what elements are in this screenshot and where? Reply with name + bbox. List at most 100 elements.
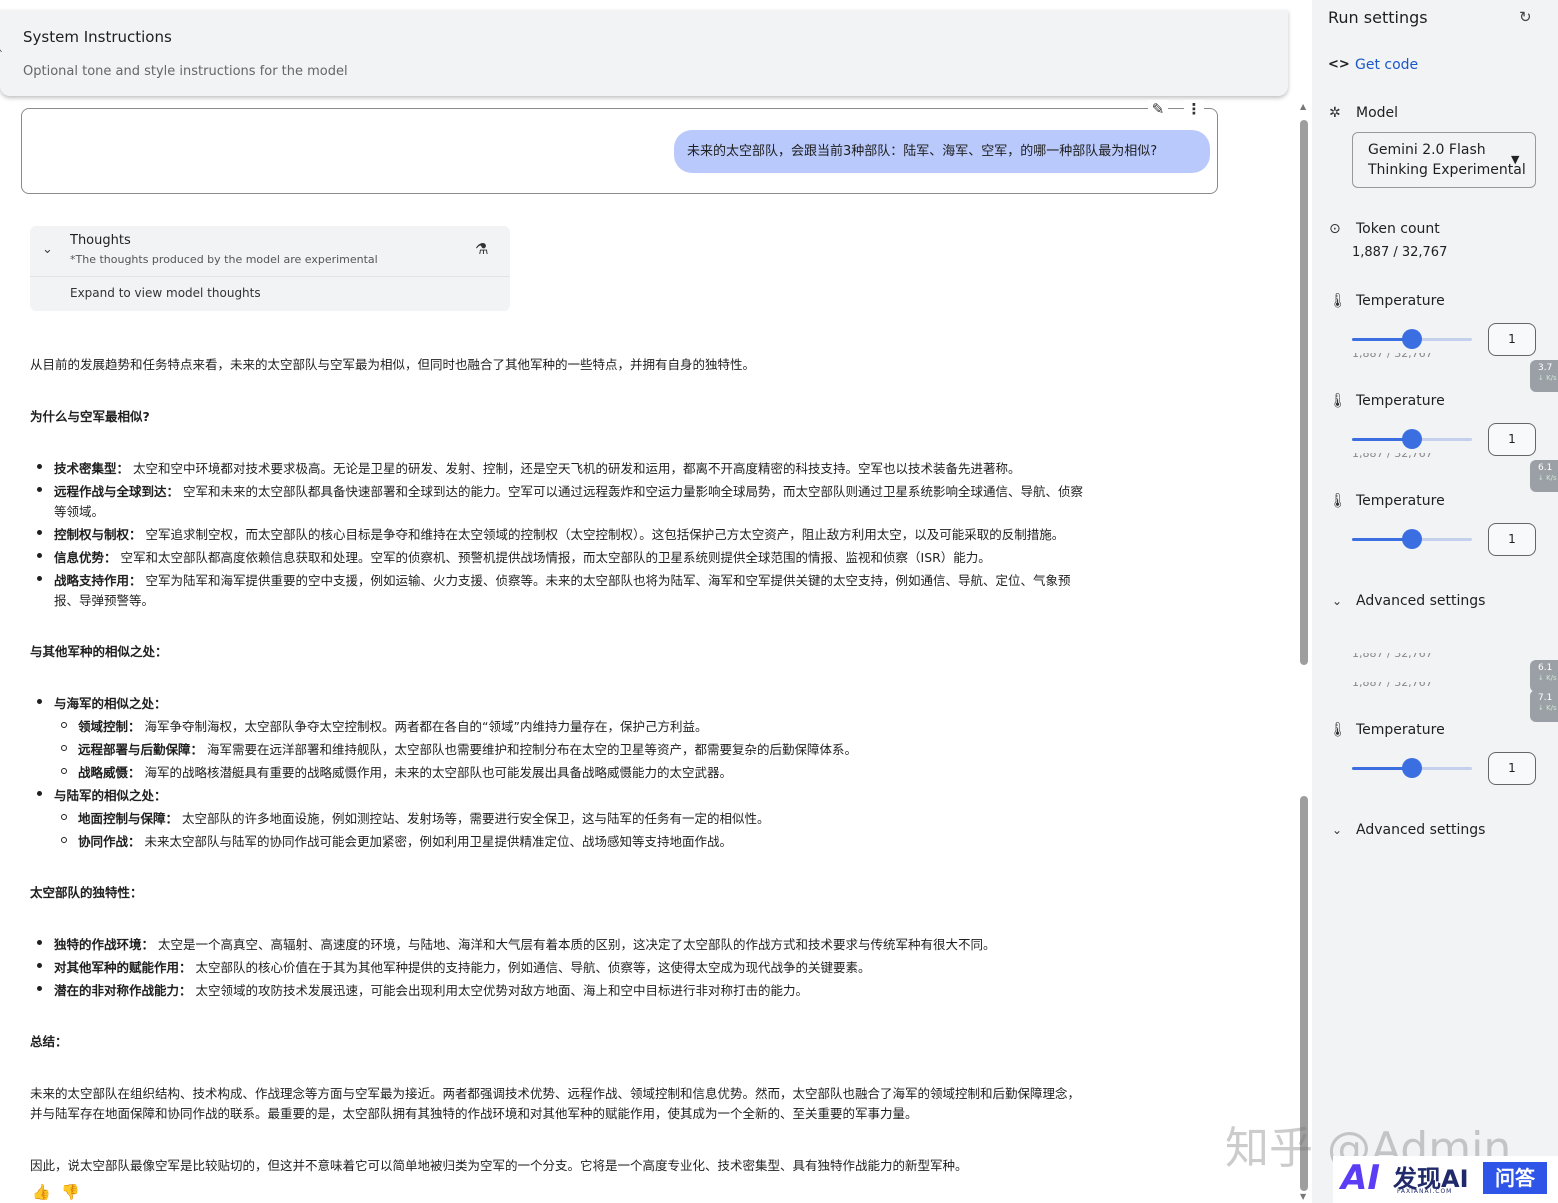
list-item: 信息优势： 空军和太空部队都高度依赖信息获取和处理。空军的侦察机、预警机提供战场… — [54, 550, 991, 565]
section-heading: 与其他军种的相似之处： — [30, 644, 168, 659]
temperature-input[interactable]: 1 — [1488, 752, 1536, 785]
sub-bullet-icon — [61, 814, 67, 820]
network-speed-widget: 7.1 ↓ K/s — [1530, 690, 1558, 722]
temperature-label: Temperature — [1356, 493, 1445, 509]
model-select[interactable]: Gemini 2.0 Flash Thinking Experimental ▼ — [1352, 132, 1536, 188]
sub-bullet-icon — [61, 745, 67, 751]
sub-list-item: 远程部署与后勤保障： 海军需要在远洋部署和维持舰队，太空部队也需要维护和控制分布… — [78, 742, 858, 757]
network-speed-widget: 6.1 ↓ K/s — [1530, 460, 1558, 492]
dropdown-arrow-icon: ▼ — [1511, 153, 1520, 166]
token-count-label: Token count — [1356, 221, 1440, 237]
logo-subtext: FAXIANAI.COM — [1397, 1188, 1453, 1195]
bullet-icon — [37, 791, 42, 796]
thumb-down-icon[interactable]: 👎 — [61, 1183, 80, 1201]
thumb-up-icon[interactable]: 👍 — [32, 1183, 51, 1201]
watermark-logo: AI 发现AI FAXIANAI.COM 问答 — [1333, 1156, 1558, 1203]
system-instructions-title: System Instructions — [23, 28, 172, 46]
system-instructions-panel[interactable]: ‸ System Instructions Optional tone and … — [0, 10, 1288, 96]
summary-text: 并与陆军存在地面保障和协同作战的联系。最重要的是，太空部队拥有其独特的作战环境和… — [30, 1106, 918, 1121]
thermometer-icon: 🌡 — [1329, 493, 1347, 509]
temperature-slider[interactable] — [1352, 758, 1472, 778]
sub-list-item: 协同作战： 未来太空部队与陆军的协同作战可能会更加紧密，例如利用卫星提供精准定位… — [78, 834, 733, 849]
slider-thumb[interactable] — [1402, 758, 1422, 778]
chevron-down-icon[interactable]: ⌄ — [1332, 823, 1342, 837]
ghost-token-text: 1,887 / 32,767 — [1352, 682, 1442, 688]
thermometer-icon: 🌡 — [1329, 722, 1347, 738]
list-item: 潜在的非对称作战能力： 太空领域的攻防技术发展迅速，可能会出现利用太空优势对敌方… — [54, 983, 809, 998]
temperature-slider[interactable] — [1352, 329, 1472, 349]
scroll-down-icon[interactable]: ▼ — [1300, 1192, 1306, 1201]
sub-list-item: 战略威慑： 海军的战略核潜艇具有重要的战略威慑作用，未来的太空部队也可能发展出具… — [78, 765, 733, 780]
temperature-slider[interactable] — [1352, 429, 1472, 449]
section-heading: 太空部队的独特性： — [30, 885, 143, 900]
advanced-settings-toggle[interactable]: Advanced settings — [1356, 822, 1485, 838]
thoughts-panel[interactable]: ⌄ Thoughts *The thoughts produced by the… — [30, 226, 510, 311]
list-item: 远程作战与全球到达： 空军和未来的太空部队都具备快速部署和全球到达的能力。空军可… — [54, 484, 1084, 499]
bullet-icon — [37, 487, 42, 492]
sub-list-item: 地面控制与保障： 太空部队的许多地面设施，例如测控站、发射场等，需要进行安全保卫… — [78, 811, 770, 826]
list-item: 控制权与制权： 空军追求制空权，而太空部队的核心目标是争夺和维持在太空领域的控制… — [54, 527, 1065, 542]
temperature-label: Temperature — [1356, 293, 1445, 309]
scrollbar-thumb[interactable] — [1300, 120, 1308, 665]
temperature-input[interactable]: 1 — [1488, 423, 1536, 456]
expand-thoughts-link[interactable]: Expand to view model thoughts — [70, 286, 261, 300]
model-label: Model — [1356, 105, 1399, 121]
token-icon: ⊙ — [1329, 221, 1341, 237]
bullet-icon — [37, 530, 42, 535]
sub-list-item: 领域控制： 海军争夺制海权，太空部队争夺太空控制权。两者都在各自的“领域”内维持… — [78, 719, 708, 734]
bullet-icon — [37, 986, 42, 991]
code-icon[interactable]: <> — [1328, 57, 1350, 72]
ghost-token-text: 1,887 / 32,767 — [1352, 453, 1442, 459]
bullet-icon — [37, 699, 42, 704]
main-scrollbar[interactable] — [1300, 112, 1308, 1197]
ghost-token-text: 1,887 / 32,767 — [1352, 353, 1442, 359]
sub-bullet-icon — [61, 722, 67, 728]
run-settings-title: Run settings — [1328, 8, 1428, 27]
temperature-input[interactable]: 1 — [1488, 323, 1536, 356]
bullet-icon — [37, 940, 42, 945]
list-item: 战略支持作用： 空军为陆军和海军提供重要的空中支援，例如运输、火力支援、侦察等。… — [54, 573, 1071, 588]
logo-badge: 问答 — [1483, 1162, 1547, 1194]
network-speed-widget: 6.1 ↓ K/s — [1530, 660, 1558, 692]
slider-thumb[interactable] — [1402, 429, 1422, 449]
temperature-slider[interactable] — [1352, 529, 1472, 549]
sub-bullet-icon — [61, 837, 67, 843]
section-heading: 总结： — [30, 1034, 68, 1049]
chevron-up-icon[interactable]: ‸ — [0, 38, 2, 52]
slider-thumb[interactable] — [1402, 529, 1422, 549]
thoughts-subtitle: *The thoughts produced by the model are … — [70, 253, 378, 266]
edit-icon[interactable]: ✎ — [1148, 100, 1168, 120]
model-select-value: Gemini 2.0 Flash — [1368, 142, 1486, 158]
token-count-value: 1,887 / 32,767 — [1352, 245, 1448, 260]
bullet-icon — [37, 464, 42, 469]
temperature-label: Temperature — [1356, 722, 1445, 738]
logo-ai-mark: AI — [1341, 1158, 1380, 1198]
temperature-label: Temperature — [1356, 393, 1445, 409]
chevron-down-icon[interactable]: ⌄ — [42, 242, 53, 257]
thermometer-icon: 🌡 — [1329, 293, 1347, 309]
list-item-continuation: 报、导弹预警等。 — [54, 593, 155, 608]
model-select-value: Thinking Experimental — [1368, 162, 1526, 178]
section-heading: 为什么与空军最相似? — [30, 409, 150, 424]
list-item: 技术密集型： 太空和空中环境都对技术要求极高。无论是卫星的研发、发射、控制，还是… — [54, 461, 1021, 476]
temperature-input[interactable]: 1 — [1488, 523, 1536, 556]
advanced-settings-toggle[interactable]: Advanced settings — [1356, 593, 1485, 609]
list-item-continuation: 等领域。 — [54, 504, 105, 519]
refresh-icon[interactable]: ↻ — [1519, 8, 1532, 26]
thoughts-title: Thoughts — [70, 233, 131, 248]
divider — [30, 276, 510, 277]
network-speed-widget: 3.7 ↓ K/s — [1530, 360, 1558, 392]
thermometer-icon: 🌡 — [1329, 393, 1347, 409]
system-instructions-input[interactable]: Optional tone and style instructions for… — [23, 64, 348, 79]
more-vert-icon[interactable]: ⋮ — [1184, 100, 1204, 120]
list-item: 对其他军种的赋能作用： 太空部队的核心价值在于其为其他军种提供的支持能力，例如通… — [54, 960, 871, 975]
run-settings-panel: Run settings ↻ <> Get code ✲ Model Gemin… — [1312, 0, 1558, 1203]
slider-thumb[interactable] — [1402, 329, 1422, 349]
get-code-link[interactable]: Get code — [1355, 57, 1418, 73]
chevron-down-icon[interactable]: ⌄ — [1332, 594, 1342, 608]
bullet-icon — [37, 963, 42, 968]
model-icon: ✲ — [1329, 105, 1341, 121]
response-intro: 从目前的发展趋势和任务特点来看，未来的太空部队与空军最为相似，但同时也融合了其他… — [30, 357, 756, 372]
scroll-up-icon[interactable]: ▲ — [1300, 102, 1306, 111]
list-item: 与陆军的相似之处： — [54, 788, 167, 803]
